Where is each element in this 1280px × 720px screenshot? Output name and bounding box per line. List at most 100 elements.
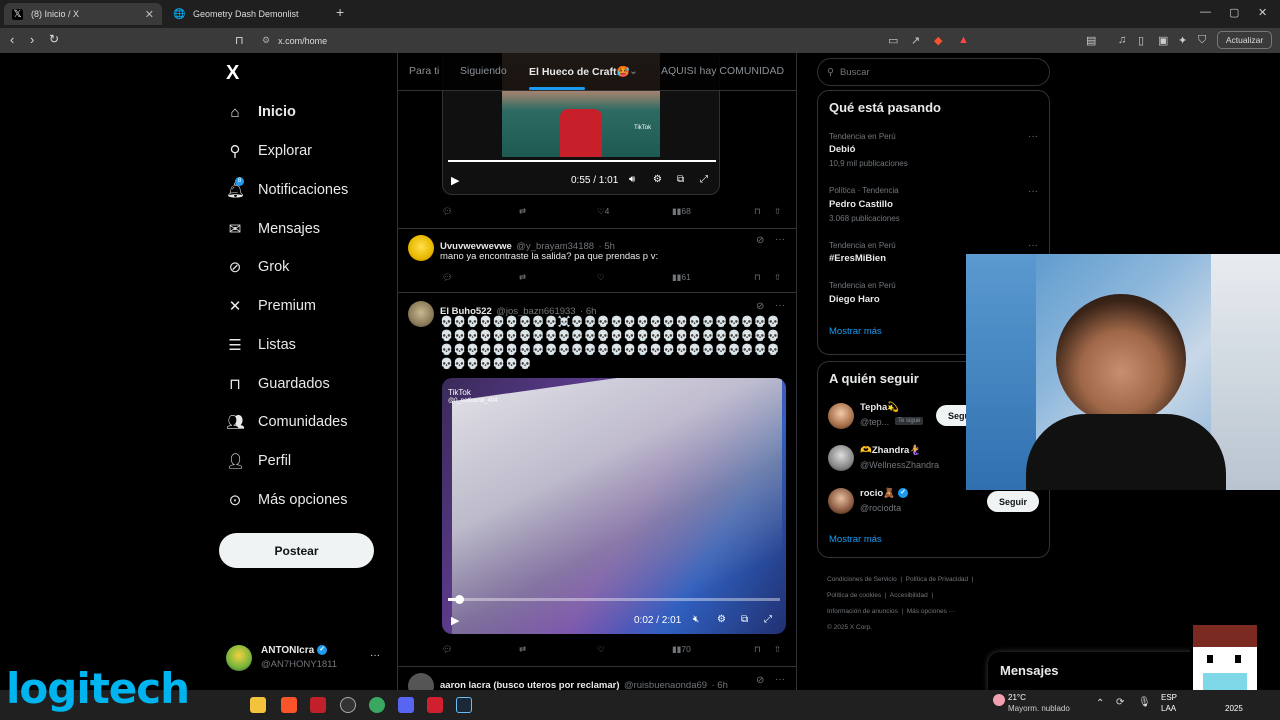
tray-chevron-up-icon[interactable]: ⌃: [1096, 698, 1104, 709]
app-icon[interactable]: [427, 697, 443, 713]
avatar[interactable]: [408, 301, 434, 327]
reader-icon[interactable]: ▯: [1138, 34, 1144, 47]
nav-messages[interactable]: ✉ Mensajes: [226, 217, 320, 241]
more-icon[interactable]: ···: [1028, 131, 1038, 142]
trend-name[interactable]: Pedro Castillo: [829, 199, 893, 210]
share-icon[interactable]: ⇧: [774, 644, 781, 655]
post[interactable]: El Buho522 @jos_bazn661933 · 6h ⊘ ··· 💀💀…: [398, 293, 796, 667]
footer-link[interactable]: Más opciones ···: [907, 608, 955, 615]
reply-icon[interactable]: 💬︎: [442, 644, 453, 655]
nav-grok[interactable]: ⊘ Grok: [226, 255, 290, 279]
reply-icon[interactable]: 💬︎: [442, 206, 453, 217]
avatar[interactable]: [828, 488, 854, 514]
post-button[interactable]: Postear: [219, 533, 374, 568]
grok-icon[interactable]: ⊘: [756, 235, 764, 246]
post[interactable]: Uvuvwevwevwe @y_brayam34188 · 5h ⊘ ··· m…: [398, 229, 796, 293]
weather-desc[interactable]: Mayorm. nublado: [1008, 704, 1070, 713]
follow-handle[interactable]: @WellnessZhandra: [860, 460, 939, 470]
views-icon[interactable]: ▮▮ 68: [672, 206, 691, 217]
footer-link[interactable]: Política de cookies: [827, 592, 881, 599]
microphone-icon[interactable]: 🎙︎: [1138, 697, 1151, 708]
x-logo-icon[interactable]: X: [226, 62, 239, 85]
minimize-icon[interactable]: —: [1200, 6, 1211, 18]
avatar[interactable]: [828, 403, 854, 429]
trend-name[interactable]: #EresMiBien: [829, 253, 886, 264]
nav-explore[interactable]: ⚲ Explorar: [226, 139, 313, 163]
bookmark-icon[interactable]: ⊓: [754, 206, 761, 217]
app-icon[interactable]: [369, 697, 385, 713]
cast-icon[interactable]: ▭: [888, 34, 898, 47]
show-more-link[interactable]: Mostrar más: [829, 534, 882, 545]
close-window-icon[interactable]: ✕: [1258, 6, 1267, 19]
views-icon[interactable]: ▮▮ 61: [672, 272, 691, 283]
tab-for-you[interactable]: Para ti: [409, 65, 439, 77]
app-icon[interactable]: [310, 697, 326, 713]
volume-icon[interactable]: 🔊︎: [629, 174, 635, 185]
like-icon[interactable]: ♡: [597, 272, 605, 283]
music-icon[interactable]: ♫: [1118, 34, 1126, 46]
back-icon[interactable]: ‹: [10, 32, 14, 47]
tab-following[interactable]: Siguiendo: [460, 65, 507, 77]
share-icon[interactable]: ↗: [911, 34, 920, 47]
play-icon[interactable]: ▶: [451, 174, 459, 187]
footer-link[interactable]: Información de anuncios: [827, 608, 898, 615]
brave-browser-icon[interactable]: [281, 697, 297, 713]
repost-icon[interactable]: ⇄: [519, 206, 526, 217]
nav-premium[interactable]: ✕ Premium: [226, 294, 316, 318]
nav-more[interactable]: ⊙ Más opciones: [226, 488, 348, 512]
views-icon[interactable]: ▮▮ 70: [672, 644, 691, 655]
follow-name[interactable]: Tepha💫: [860, 402, 899, 413]
reload-icon[interactable]: ↻: [49, 32, 59, 46]
language-indicator[interactable]: ESP: [1161, 693, 1177, 702]
fullscreen-icon[interactable]: ⤢: [764, 614, 772, 625]
url-field[interactable]: ⚙ x.com/home: [262, 31, 862, 50]
brave-shield-icon[interactable]: ◆: [934, 34, 942, 47]
more-icon[interactable]: ···: [1028, 240, 1038, 251]
share-icon[interactable]: ⇧: [774, 272, 781, 283]
weather-temp[interactable]: 21°C: [1008, 693, 1026, 702]
like-icon[interactable]: ♡ 4: [597, 206, 609, 217]
more-icon[interactable]: ···: [775, 674, 785, 685]
vpn-icon[interactable]: ⛉: [1198, 34, 1206, 47]
nav-communities[interactable]: 👥︎ Comunidades: [226, 410, 347, 434]
new-tab-button[interactable]: +: [336, 4, 344, 20]
follow-name[interactable]: 🫶Zhandra🧜‍♀️: [860, 445, 921, 456]
grok-icon[interactable]: ⊘: [756, 301, 764, 312]
tab-community-craft[interactable]: El Hueco de Craft🥵: [529, 65, 630, 78]
nav-bookmarks[interactable]: ⊓ Guardados: [226, 372, 330, 396]
share-icon[interactable]: ⇧: [774, 206, 781, 217]
network-icon[interactable]: ⟳: [1116, 697, 1124, 708]
footer-link[interactable]: Accesibilidad: [890, 592, 928, 599]
follow-handle[interactable]: @rociodta: [860, 503, 901, 513]
footer-link[interactable]: Condiciones de Servicio: [827, 576, 897, 583]
more-icon[interactable]: ···: [1028, 186, 1038, 197]
settings-icon[interactable]: ⚙: [717, 614, 726, 625]
close-tab-icon[interactable]: ✕: [145, 8, 154, 21]
bookmark-page-icon[interactable]: ⊓: [235, 34, 244, 47]
fullscreen-icon[interactable]: ⤢: [700, 174, 708, 185]
discord-icon[interactable]: [398, 697, 414, 713]
video-player[interactable]: TikTok @0_notfound_404 ▶ 0:02 / 2:01 🔇︎ …: [442, 378, 786, 634]
brave-rewards-icon[interactable]: ▲: [958, 34, 969, 46]
settings-icon[interactable]: ⚙: [653, 174, 662, 185]
video-progress[interactable]: [448, 160, 716, 162]
search-input[interactable]: ⚲ Buscar: [817, 58, 1050, 86]
follow-button[interactable]: Seguir: [987, 491, 1039, 512]
bookmark-icon[interactable]: ⊓: [754, 644, 761, 655]
follow-name[interactable]: rocio🧸: [860, 488, 895, 499]
video-progress[interactable]: [448, 595, 780, 604]
avatar[interactable]: [828, 445, 854, 471]
trend-name[interactable]: Debió: [829, 144, 855, 155]
play-icon[interactable]: ▶: [451, 614, 459, 627]
follow-handle[interactable]: @tep...: [860, 417, 889, 427]
repost-icon[interactable]: ⇄: [519, 272, 526, 283]
nav-home[interactable]: ⌂ Inicio: [226, 100, 295, 124]
browser-tab-demonlist[interactable]: 🌐 Geometry Dash Demonlist: [166, 3, 326, 25]
sidebar-toggle-icon[interactable]: ▤: [1086, 34, 1096, 47]
leo-icon[interactable]: ✦: [1178, 34, 1187, 47]
nav-profile[interactable]: 👤︎ Perfil: [226, 449, 291, 473]
site-info-icon[interactable]: ⚙: [262, 35, 270, 46]
file-explorer-icon[interactable]: [250, 697, 266, 713]
wallet-icon[interactable]: ▣: [1158, 34, 1168, 47]
trend-name[interactable]: Diego Haro: [829, 294, 880, 305]
